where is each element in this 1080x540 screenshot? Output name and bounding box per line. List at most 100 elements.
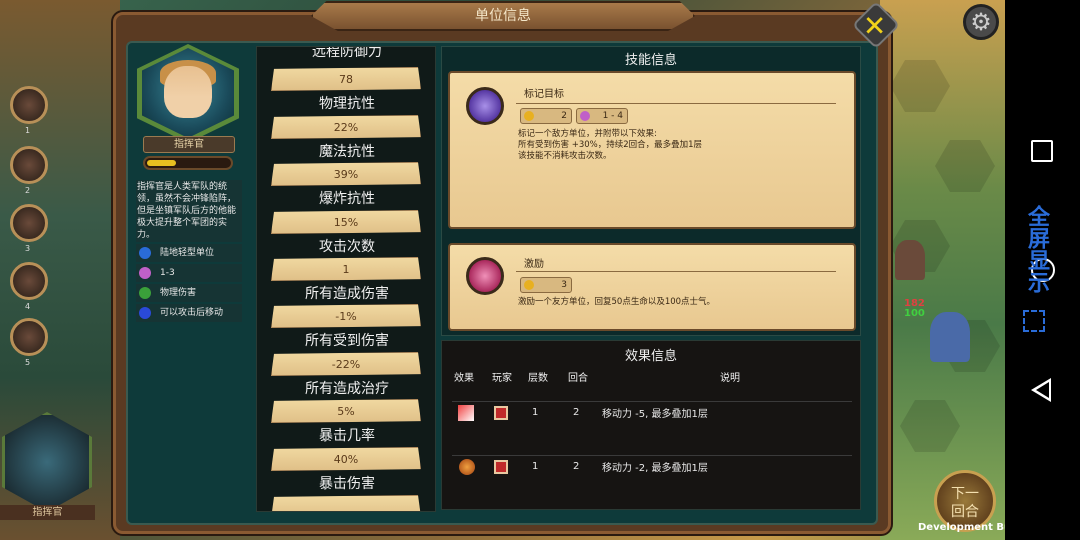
sidebar-commander-label: 指挥官: [0, 505, 95, 520]
range-icon: [580, 111, 590, 121]
trait-row: 物理伤害: [136, 284, 242, 302]
close-icon: ✕: [862, 9, 887, 43]
skill-desc-line: 该技能不消耗攻击次数。: [518, 151, 612, 161]
unit-name: 指挥官: [143, 136, 235, 153]
skills-title: 技能信息: [624, 53, 677, 68]
back-icon[interactable]: [1031, 378, 1051, 402]
skill-card[interactable]: 激励 3 激励一个友方单位，回复50点生命以及100点士气。: [448, 243, 856, 331]
sidebar-num-4: 4: [25, 302, 31, 311]
stat-label: 所有造成伤害: [305, 286, 389, 302]
skill-desc-line: 激励一个友方单位，回复50点生命以及100点士气。: [518, 297, 716, 307]
effect-desc: 移动力 -2, 最多叠加1层: [602, 463, 708, 474]
sidebar-num-5: 5: [25, 358, 31, 367]
effect-stacks: 1: [532, 407, 539, 418]
skill-name: 激励: [524, 259, 544, 270]
next-turn-label: 下一 回合: [951, 486, 979, 520]
trait-row: 可以攻击后移动: [136, 304, 242, 322]
stat-value: 78: [271, 67, 421, 91]
stat-value: 40%: [271, 447, 421, 471]
unit-hp-fill: [147, 160, 176, 166]
stat-label: 远程防御力: [312, 46, 382, 60]
stat-label: 暴击几率: [319, 428, 375, 444]
effects-header-turns: 回合: [568, 373, 588, 384]
sidebar-num-3: 3: [25, 244, 31, 253]
effects-section[interactable]: 效果信息 效果 玩家 层数 回合 说明 1 2 移动力 -5, 最多叠加1层 1…: [441, 340, 861, 510]
game-screen: 1 2 3 4 5 指挥官 182 100 下一 回合 Development …: [0, 0, 1080, 540]
sidebar-unit-5[interactable]: [10, 318, 48, 356]
sidebar-num-2: 2: [25, 186, 31, 195]
player-flag-icon: [494, 460, 508, 474]
slow-boot-icon: [458, 405, 474, 421]
sidebar-unit-4[interactable]: [10, 262, 48, 300]
panel-title: 单位信息: [475, 8, 531, 24]
skill-divider: [516, 103, 836, 104]
map-building-castle[interactable]: [930, 312, 970, 362]
stat-value: -1%: [271, 304, 421, 328]
skill-name: 标记目标: [524, 89, 564, 100]
effect-desc: 移动力 -5, 最多叠加1层: [602, 409, 708, 420]
stat-value: 22%: [271, 115, 421, 139]
effects-header-player: 玩家: [492, 373, 512, 384]
stat-value: 15%: [271, 210, 421, 234]
trait-label: 1-3: [160, 268, 175, 278]
cooldown-value: 2: [561, 111, 567, 121]
map-unit-commander[interactable]: [895, 240, 925, 280]
recents-icon[interactable]: [1031, 140, 1053, 162]
skill-divider: [516, 271, 836, 272]
effects-title: 效果信息: [624, 349, 677, 364]
unit-hp-bar: [143, 156, 233, 170]
unit-description: 指挥官是人类军队的统领，虽然不会冲锋陷阵，但是坐镇军队后方的他能极大提升整个军团…: [136, 180, 242, 242]
title-banner: 单位信息: [311, 1, 695, 31]
skills-section[interactable]: 技能信息 标记目标 2 1 - 4 标记一个敌方单位，并附带以下效果: 所有受到…: [441, 46, 861, 336]
stat-label: 魔法抗性: [319, 144, 375, 160]
effects-header-stacks: 层数: [528, 373, 548, 384]
clock-icon: [524, 111, 534, 121]
effects-row-divider: [452, 401, 852, 402]
effect-stacks: 1: [532, 461, 539, 472]
sidebar-num-1: 1: [25, 126, 31, 135]
sidebar-unit-2[interactable]: [10, 146, 48, 184]
effect-turns: 2: [573, 461, 580, 472]
stat-value: [271, 495, 421, 511]
trait-label: 可以攻击后移动: [160, 308, 224, 318]
stat-label: 所有造成治疗: [305, 381, 389, 397]
cooldown-value: 3: [561, 280, 567, 290]
infantry-icon: [139, 247, 151, 259]
stat-value: 39%: [271, 162, 421, 186]
range-pill: 1 - 4: [576, 108, 628, 124]
map-hp-green: 100: [904, 308, 925, 319]
slow-feather-icon: [459, 459, 475, 475]
trait-row: 陆地轻型单位: [136, 244, 242, 262]
fist-inspire-icon: [466, 257, 504, 295]
effects-row-divider: [452, 455, 852, 456]
stat-label: 攻击次数: [319, 239, 375, 255]
move-after-attack-icon: [139, 307, 151, 319]
cooldown-pill: 2: [520, 108, 572, 124]
target-mark-icon: [466, 87, 504, 125]
effect-turns: 2: [573, 407, 580, 418]
player-flag-icon: [494, 406, 508, 420]
fullscreen-icon[interactable]: [1023, 310, 1045, 332]
skill-description: 标记一个敌方单位，并附带以下效果: 所有受到伤害 +30%，持续2回合，最多叠加…: [518, 129, 702, 162]
clock-icon: [524, 280, 534, 290]
sidebar-unit-3[interactable]: [10, 204, 48, 242]
effects-header-effect: 效果: [454, 373, 474, 384]
stat-label: 所有受到伤害: [305, 333, 389, 349]
settings-gear-icon[interactable]: ⚙: [963, 4, 999, 40]
skill-description: 激励一个友方单位，回复50点生命以及100点士气。: [518, 297, 715, 308]
stat-value: -22%: [271, 352, 421, 376]
stat-label: 爆炸抗性: [319, 191, 375, 207]
portrait-face: [164, 66, 212, 118]
stat-label: 暴击伤害: [319, 476, 375, 492]
fullscreen-label[interactable]: 全屏显示: [1018, 205, 1049, 293]
trait-label: 物理伤害: [160, 288, 197, 298]
trait-label: 陆地轻型单位: [160, 248, 215, 258]
sidebar-unit-1[interactable]: [10, 86, 48, 124]
effects-header-desc: 说明: [720, 373, 740, 384]
skill-desc-line: 标记一个敌方单位，并附带以下效果:: [518, 129, 657, 139]
stats-list[interactable]: 远程防御力 78 物理抗性 22% 魔法抗性 39% 爆炸抗性 15% 攻击次数…: [256, 46, 436, 512]
skill-card[interactable]: 标记目标 2 1 - 4 标记一个敌方单位，并附带以下效果: 所有受到伤害 +3…: [448, 71, 856, 229]
trait-row: 1-3: [136, 264, 242, 282]
range-value: 1 - 4: [602, 111, 623, 121]
stat-value: 1: [271, 257, 421, 281]
